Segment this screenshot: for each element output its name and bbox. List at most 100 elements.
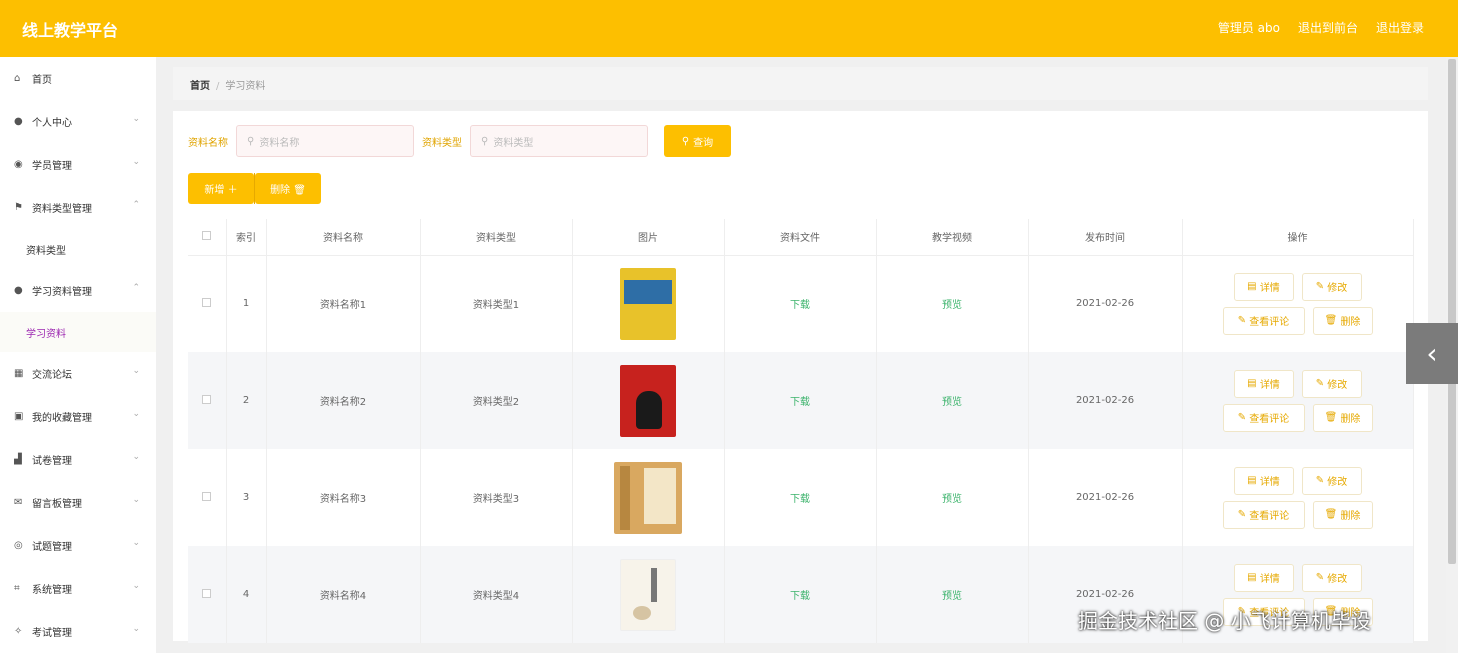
row-checkbox[interactable] <box>202 297 212 307</box>
view-comments-button[interactable]: ✎ 查看评论 <box>1222 500 1305 529</box>
sidebar-item-questions[interactable]: ◎ 试题管理 ⌄ <box>0 524 156 567</box>
download-link[interactable]: 下载 <box>724 449 877 546</box>
preview-link[interactable]: 预览 <box>876 352 1029 449</box>
detail-button[interactable]: ▤ 详情 <box>1233 563 1294 592</box>
book-cover-image[interactable] <box>620 558 676 631</box>
select-all-checkbox[interactable] <box>202 230 212 240</box>
chevron-down-icon: ⌄ <box>132 452 140 462</box>
to-front-link[interactable]: 退出到前台 <box>1298 19 1358 36</box>
sidebar-item-label: 首页 <box>32 75 52 86</box>
edit-button[interactable]: ✎ 修改 <box>1301 563 1362 592</box>
trash-icon: 🗑 <box>1324 412 1341 423</box>
sidebar-item-label: 试题管理 <box>32 542 72 553</box>
sidebar-item-materials[interactable]: ● 学习资料管理 ⌃ <box>0 269 156 312</box>
row-checkbox[interactable] <box>202 588 212 598</box>
trash-icon: 🗑 <box>1324 509 1341 520</box>
sidebar-subitem-material-type[interactable]: 资料类型 <box>0 229 156 269</box>
scrollbar-thumb[interactable] <box>1448 59 1456 564</box>
preview-link[interactable]: 预览 <box>876 546 1029 643</box>
edit-button[interactable]: ✎ 修改 <box>1301 272 1362 301</box>
sidebar-item-system[interactable]: ⌗ 系统管理 ⌄ <box>0 567 156 610</box>
sidebar-item-home[interactable]: ⌂ 首页 <box>0 57 156 100</box>
view-comments-button[interactable]: ✎ 查看评论 <box>1222 306 1305 335</box>
detail-button[interactable]: ▤ 详情 <box>1233 369 1294 398</box>
query-button[interactable]: ⚲ 查询 <box>664 125 731 157</box>
chevron-down-icon: ⌄ <box>132 624 140 634</box>
preview-link[interactable]: 预览 <box>876 255 1029 352</box>
edit-button[interactable]: ✎ 修改 <box>1301 466 1362 495</box>
search-icon: ⚲ <box>247 135 255 147</box>
sidebar-item-label: 系统管理 <box>32 585 72 596</box>
document-icon: ▤ <box>1247 572 1260 583</box>
trash-icon: 🗑 <box>1324 315 1341 327</box>
table-row: 3 资料名称3 资料类型3 下载 预览 2021-02-26 ▤ 详情 ✎ 修改… <box>188 449 1414 546</box>
delete-button[interactable]: 删除 🗑 <box>255 173 321 204</box>
detail-button[interactable]: ▤ 详情 <box>1233 272 1294 301</box>
admin-user: 管理员 abo <box>1217 21 1280 35</box>
sidebar-item-label: 我的收藏管理 <box>32 413 92 424</box>
download-link[interactable]: 下载 <box>724 546 877 643</box>
breadcrumb-home[interactable]: 首页 <box>190 81 210 92</box>
row-delete-button[interactable]: 🗑 删除 <box>1312 306 1373 335</box>
row-checkbox[interactable] <box>202 491 212 501</box>
user-icon: ● <box>14 115 23 127</box>
logout-link[interactable]: 退出登录 <box>1376 19 1424 36</box>
collapse-panel-button[interactable]: ‹ <box>1406 323 1458 384</box>
row-delete-button[interactable]: 🗑 删除 <box>1312 403 1373 432</box>
book-cover-image[interactable] <box>620 364 676 437</box>
edit-icon: ✎ <box>1237 509 1250 520</box>
sidebar-item-label: 个人中心 <box>32 118 72 129</box>
mail-icon: ✉ <box>14 496 23 508</box>
sidebar-item-students[interactable]: ◉ 学员管理 ⌄ <box>0 143 156 186</box>
document-icon: ▤ <box>1247 378 1260 389</box>
add-button[interactable]: 新增 ＋ <box>188 173 254 204</box>
chevron-down-icon: ⌄ <box>132 409 140 419</box>
sidebar-item-papers[interactable]: ▟ 试卷管理 ⌄ <box>0 438 156 481</box>
chart-icon: ▟ <box>14 453 22 465</box>
action-bar: 新增 ＋ 删除 🗑 <box>188 173 321 204</box>
name-search-input[interactable]: ⚲ 资料名称 <box>236 125 414 157</box>
top-header: 线上教学平台 管理员 abo 退出到前台 退出登录 <box>0 0 1458 57</box>
search-bar: 资料名称 ⚲ 资料名称 资料类型 ⚲ 资料类型 ⚲ 查询 <box>188 125 731 157</box>
col-index: 索引 <box>226 219 267 256</box>
book-cover-image[interactable] <box>614 461 682 534</box>
search-icon: ⚲ <box>481 135 489 147</box>
document-icon: ▤ <box>1247 475 1260 486</box>
sidebar: ⌂ 首页 ● 个人中心 ⌄ ◉ 学员管理 ⌄ ⚑ 资料类型管理 ⌃ 资料类型 ● 学习资料管理 ⌃… <box>0 57 156 653</box>
sidebar-item-label: 资料类型管理 <box>32 204 92 215</box>
breadcrumb: 首页 / 学习资料 <box>173 67 1428 100</box>
edit-button[interactable]: ✎ 修改 <box>1301 369 1362 398</box>
download-link[interactable]: 下载 <box>724 255 877 352</box>
sidebar-item-label: 学员管理 <box>32 161 72 172</box>
sidebar-item-label: 学习资料管理 <box>32 287 92 298</box>
chevron-up-icon: ⌃ <box>132 283 140 293</box>
sidebar-subitem-materials[interactable]: 学习资料 <box>0 312 156 352</box>
row-delete-button[interactable]: 🗑 删除 <box>1312 500 1373 529</box>
sidebar-item-personal[interactable]: ● 个人中心 ⌄ <box>0 100 156 143</box>
sidebar-item-forum[interactable]: ▦ 交流论坛 ⌄ <box>0 352 156 395</box>
sidebar-item-messages[interactable]: ✉ 留言板管理 ⌄ <box>0 481 156 524</box>
row-checkbox[interactable] <box>202 394 212 404</box>
chevron-down-icon: ⌄ <box>132 495 140 505</box>
type-search-input[interactable]: ⚲ 资料类型 <box>470 125 648 157</box>
sidebar-item-exams[interactable]: ✧ 考试管理 ⌄ <box>0 610 156 653</box>
sidebar-item-favorites[interactable]: ▣ 我的收藏管理 ⌄ <box>0 395 156 438</box>
detail-button[interactable]: ▤ 详情 <box>1233 466 1294 495</box>
col-actions: 操作 <box>1182 219 1414 256</box>
book-cover-image[interactable] <box>620 267 676 340</box>
app-title: 线上教学平台 <box>22 21 119 40</box>
sidebar-item-material-types[interactable]: ⚑ 资料类型管理 ⌃ <box>0 186 156 229</box>
edit-icon: ✎ <box>1237 315 1250 327</box>
picture-icon: ▣ <box>14 410 24 422</box>
user-icon: ● <box>14 284 23 296</box>
col-video: 教学视频 <box>876 219 1029 256</box>
view-comments-button[interactable]: ✎ 查看评论 <box>1222 403 1305 432</box>
chevron-down-icon: ⌄ <box>132 581 140 591</box>
home-icon: ⌂ <box>14 72 21 84</box>
download-link[interactable]: 下载 <box>724 352 877 449</box>
preview-link[interactable]: 预览 <box>876 449 1029 546</box>
flag-icon: ⚑ <box>14 201 23 213</box>
col-type: 资料类型 <box>420 219 573 256</box>
compass-icon: ✧ <box>14 625 23 637</box>
sidebar-item-label: 留言板管理 <box>32 499 82 510</box>
